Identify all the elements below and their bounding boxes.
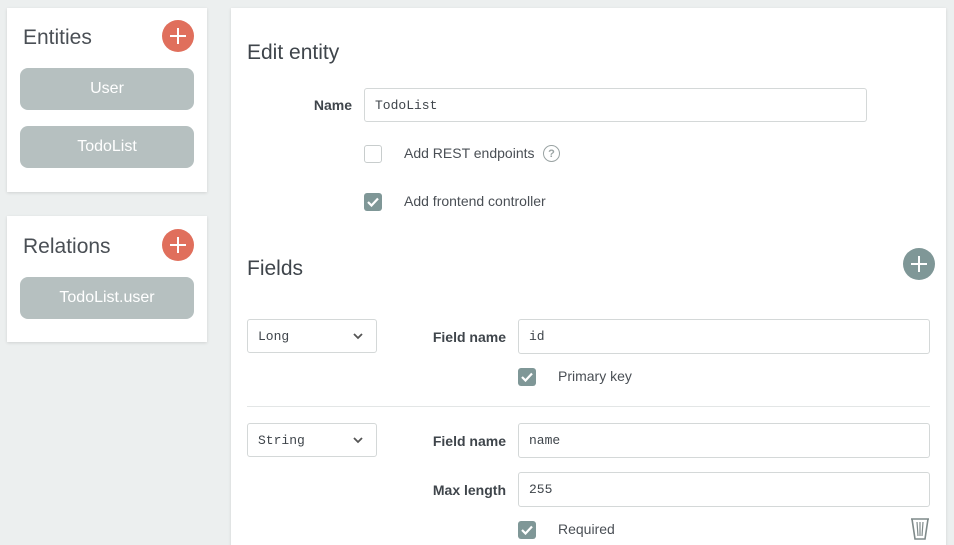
field-type-select[interactable]: Long bbox=[247, 319, 377, 353]
field-name-label: Field name bbox=[432, 329, 506, 345]
rest-endpoints-checkbox[interactable] bbox=[364, 145, 382, 163]
field-type-select[interactable]: String bbox=[247, 423, 377, 457]
required-checkbox[interactable] bbox=[518, 521, 536, 539]
field-name-input[interactable]: id bbox=[518, 319, 930, 354]
entity-name-input[interactable]: TodoList bbox=[364, 88, 867, 122]
frontend-controller-checkbox[interactable] bbox=[364, 193, 382, 211]
entities-panel: Entities User TodoList bbox=[7, 8, 207, 192]
frontend-controller-label: Add frontend controller bbox=[404, 193, 546, 209]
checkmark-icon bbox=[521, 525, 533, 535]
max-length-input[interactable]: 255 bbox=[518, 472, 930, 507]
field-divider bbox=[247, 406, 930, 407]
checkmark-icon bbox=[367, 197, 379, 207]
add-relation-button[interactable] bbox=[162, 229, 194, 261]
editor-title: Edit entity bbox=[247, 41, 340, 64]
required-label: Required bbox=[558, 521, 615, 537]
primary-key-checkbox[interactable] bbox=[518, 368, 536, 386]
trash-icon[interactable] bbox=[909, 517, 931, 541]
plus-icon bbox=[162, 20, 194, 52]
plus-icon bbox=[903, 248, 935, 280]
field-type-value: String bbox=[258, 432, 305, 448]
plus-icon bbox=[162, 229, 194, 261]
entity-editor: Edit entity Name TodoList Add REST endpo… bbox=[231, 8, 946, 545]
field-name-input[interactable]: name bbox=[518, 423, 930, 458]
entity-item-todolist[interactable]: TodoList bbox=[20, 126, 194, 168]
chevron-down-icon bbox=[353, 333, 363, 340]
field-type-value: Long bbox=[258, 328, 290, 344]
add-field-button[interactable] bbox=[903, 248, 935, 280]
add-entity-button[interactable] bbox=[162, 20, 194, 52]
relation-item-todolist-user[interactable]: TodoList.user bbox=[20, 277, 194, 319]
name-label: Name bbox=[313, 97, 352, 113]
rest-endpoints-label: Add REST endpoints bbox=[404, 145, 535, 161]
entity-item-user[interactable]: User bbox=[20, 68, 194, 110]
max-length-label: Max length bbox=[432, 482, 506, 498]
checkmark-icon bbox=[521, 372, 533, 382]
primary-key-label: Primary key bbox=[558, 368, 632, 384]
question-circle-icon[interactable]: ? bbox=[543, 145, 560, 162]
field-name-label: Field name bbox=[432, 433, 506, 449]
relations-panel: Relations TodoList.user bbox=[7, 216, 207, 342]
relations-title: Relations bbox=[23, 235, 111, 258]
chevron-down-icon bbox=[353, 437, 363, 444]
entities-title: Entities bbox=[23, 26, 92, 49]
fields-title: Fields bbox=[247, 257, 304, 280]
